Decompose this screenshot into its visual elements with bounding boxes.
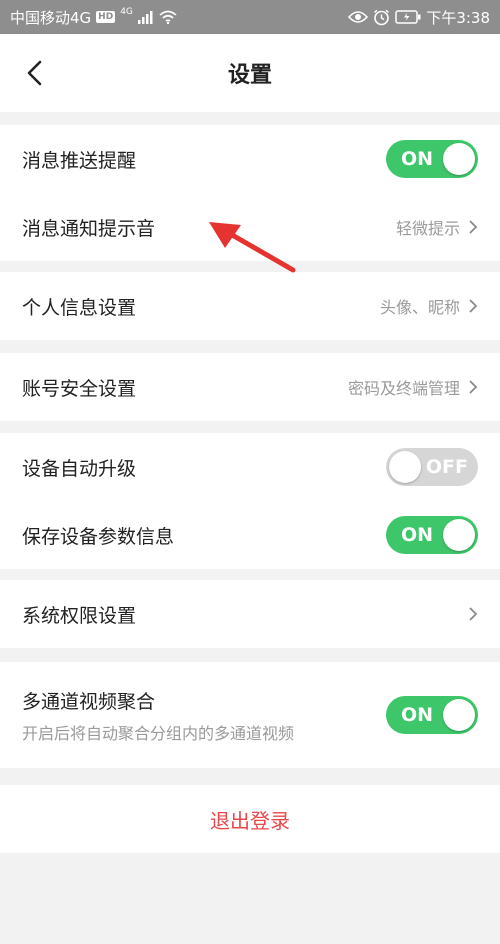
eye-icon — [348, 10, 369, 24]
chevron-left-icon[interactable] — [18, 56, 52, 90]
account-security-row[interactable]: 账号安全设置 密码及终端管理 — [0, 353, 500, 421]
toggle-knob — [443, 519, 475, 551]
video-aggregation-description: 开启后将自动聚合分组内的多通道视频 — [22, 723, 295, 743]
page-title: 设置 — [227, 63, 272, 88]
video-aggregation-label: 多通道视频聚合 — [22, 690, 156, 713]
signal-icon — [137, 10, 154, 24]
chevron-right-icon — [468, 298, 478, 314]
push-notification-row: 消息推送提醒 ON — [0, 125, 500, 193]
system-permissions-label: 系统权限设置 — [22, 604, 137, 627]
profile-group: 个人信息设置 头像、昵称 — [0, 272, 500, 340]
auto-upgrade-row: 设备自动升级 OFF — [0, 433, 500, 501]
toggle-state-text: ON — [401, 704, 434, 726]
security-group: 账号安全设置 密码及终端管理 — [0, 353, 500, 421]
system-permissions-row[interactable]: 系统权限设置 — [0, 580, 500, 648]
device-group: 设备自动升级 OFF 保存设备参数信息 ON — [0, 433, 500, 569]
account-security-value: 密码及终端管理 — [347, 379, 460, 398]
save-device-params-label: 保存设备参数信息 — [22, 525, 175, 548]
push-notification-toggle[interactable]: ON — [386, 140, 478, 178]
chevron-right-icon — [468, 219, 478, 235]
notification-sound-value: 轻微提示 — [395, 219, 460, 238]
network-type: 4G — [120, 7, 133, 17]
toggle-state-text: ON — [401, 524, 434, 546]
chevron-right-icon — [468, 379, 478, 395]
carrier-label: 中国移动4G — [10, 8, 92, 27]
chevron-right-icon — [468, 606, 478, 622]
auto-upgrade-label: 设备自动升级 — [22, 457, 137, 480]
auto-upgrade-toggle[interactable]: OFF — [386, 448, 478, 486]
logout-button[interactable]: 退出登录 — [0, 785, 500, 853]
video-group: 多通道视频聚合 开启后将自动聚合分组内的多通道视频 ON — [0, 662, 500, 768]
account-security-label: 账号安全设置 — [22, 377, 137, 400]
permissions-group: 系统权限设置 — [0, 580, 500, 648]
nav-bar: 设置 — [0, 34, 500, 112]
toggle-state-text: OFF — [425, 456, 468, 478]
toggle-knob — [389, 451, 421, 483]
profile-settings-row[interactable]: 个人信息设置 头像、昵称 — [0, 272, 500, 340]
save-device-params-toggle[interactable]: ON — [386, 516, 478, 554]
red-arrow-annotation-icon — [205, 218, 300, 278]
logout-label: 退出登录 — [210, 808, 290, 833]
toggle-knob — [443, 143, 475, 175]
toggle-knob — [443, 699, 475, 731]
video-aggregation-row: 多通道视频聚合 开启后将自动聚合分组内的多通道视频 ON — [0, 662, 500, 768]
wifi-icon — [159, 10, 177, 24]
alarm-icon — [373, 9, 390, 26]
battery-icon — [395, 10, 421, 24]
status-bar: 中国移动4G HD 4G 下午3:38 — [0, 0, 500, 34]
toggle-state-text: ON — [401, 148, 434, 170]
status-time: 下午3:38 — [426, 8, 490, 27]
profile-settings-label: 个人信息设置 — [22, 296, 137, 319]
profile-settings-value: 头像、昵称 — [379, 298, 460, 317]
push-notification-label: 消息推送提醒 — [22, 149, 137, 172]
video-aggregation-toggle[interactable]: ON — [386, 696, 478, 734]
save-device-params-row: 保存设备参数信息 ON — [0, 501, 500, 569]
hd-badge: HD — [96, 11, 116, 23]
